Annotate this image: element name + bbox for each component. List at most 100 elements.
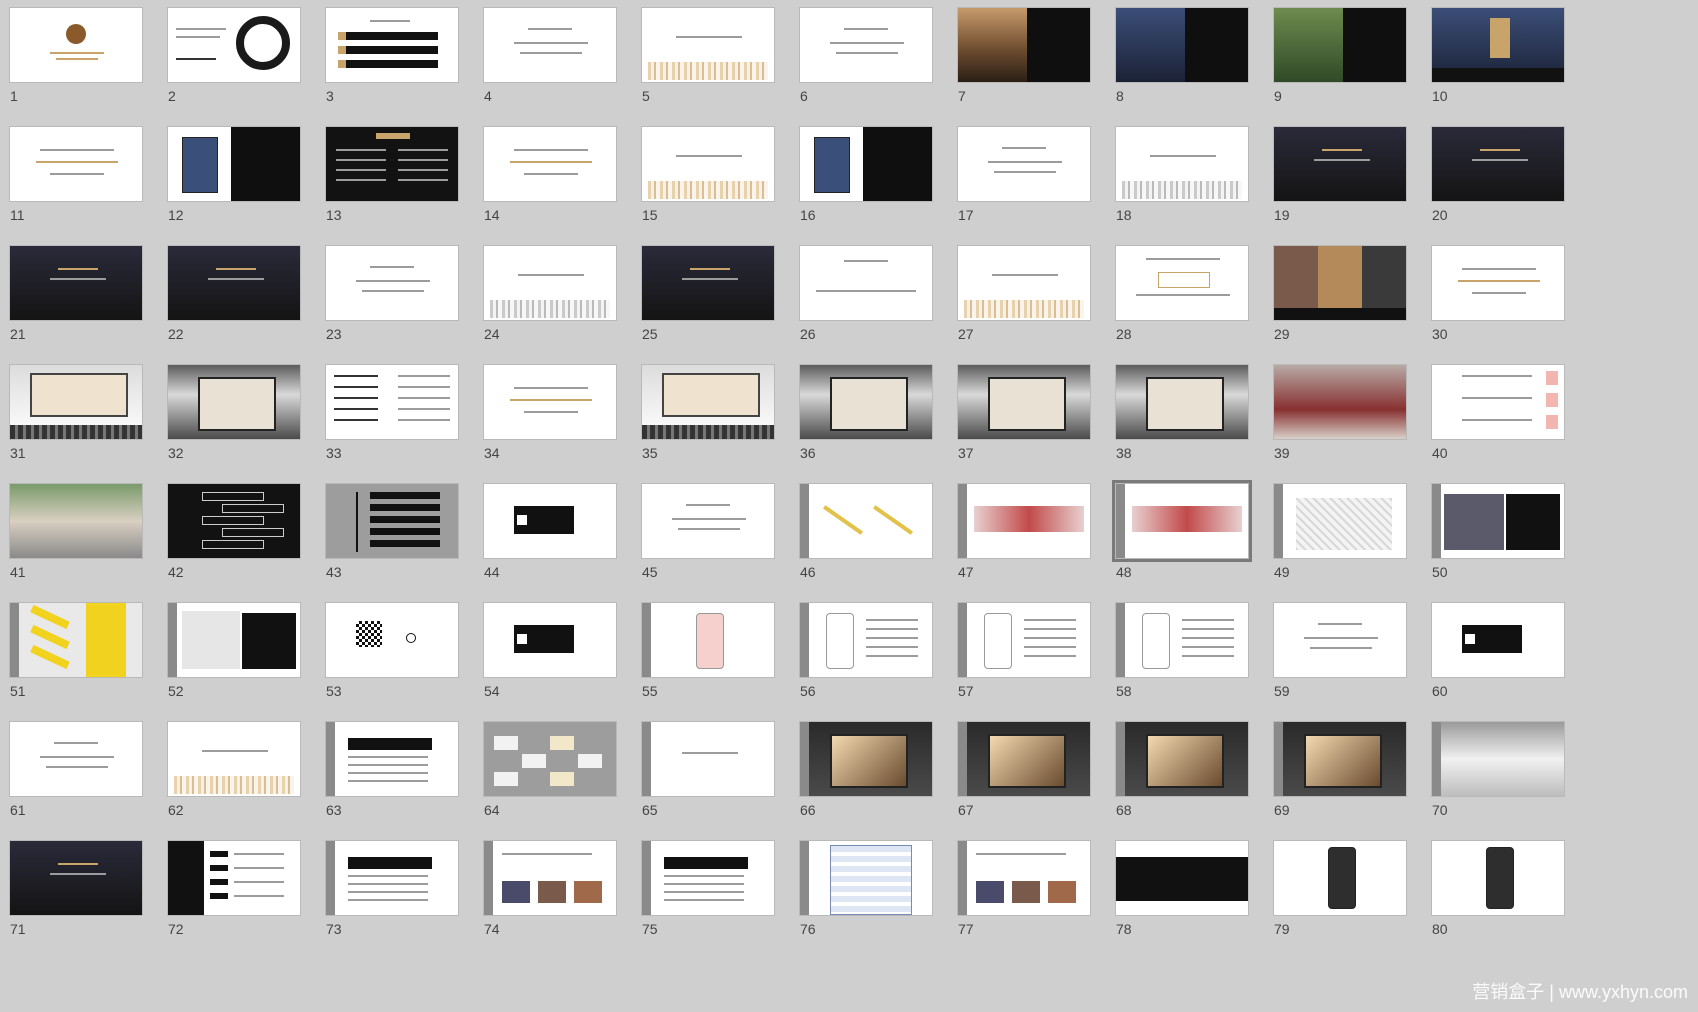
slide-preview[interactable] bbox=[9, 721, 143, 797]
slide-thumbnail[interactable]: 68 bbox=[1115, 721, 1251, 850]
slide-thumbnail[interactable]: 40 bbox=[1431, 364, 1567, 493]
slide-thumbnail[interactable]: 9 bbox=[1273, 7, 1409, 136]
slide-thumbnail[interactable]: 5 bbox=[641, 7, 777, 136]
slide-thumbnail[interactable]: 53 bbox=[325, 602, 461, 731]
slide-thumbnail[interactable]: 39 bbox=[1273, 364, 1409, 493]
slide-preview[interactable] bbox=[1273, 7, 1407, 83]
slide-preview[interactable] bbox=[1431, 245, 1565, 321]
slide-preview[interactable] bbox=[641, 364, 775, 440]
slide-preview[interactable] bbox=[167, 126, 301, 202]
slide-preview[interactable] bbox=[799, 126, 933, 202]
slide-preview[interactable] bbox=[641, 721, 775, 797]
slide-thumbnail[interactable]: 74 bbox=[483, 840, 619, 969]
slide-thumbnail[interactable]: 19 bbox=[1273, 126, 1409, 255]
slide-preview[interactable] bbox=[1115, 364, 1249, 440]
slide-thumbnail[interactable]: 73 bbox=[325, 840, 461, 969]
slide-preview[interactable] bbox=[167, 602, 301, 678]
slide-thumbnail[interactable]: 56 bbox=[799, 602, 935, 731]
slide-preview[interactable] bbox=[1115, 602, 1249, 678]
slide-thumbnail[interactable]: 65 bbox=[641, 721, 777, 850]
slide-thumbnail[interactable]: 26 bbox=[799, 245, 935, 374]
slide-preview[interactable] bbox=[9, 126, 143, 202]
slide-preview[interactable] bbox=[641, 483, 775, 559]
slide-thumbnail[interactable]: 42 bbox=[167, 483, 303, 612]
slide-preview[interactable] bbox=[1431, 126, 1565, 202]
slide-preview[interactable] bbox=[9, 364, 143, 440]
slide-thumbnail[interactable]: 49 bbox=[1273, 483, 1409, 612]
slide-preview[interactable] bbox=[957, 483, 1091, 559]
slide-thumbnail[interactable]: 31 bbox=[9, 364, 145, 493]
slide-thumbnail[interactable]: 58 bbox=[1115, 602, 1251, 731]
slide-thumbnail[interactable]: 48 bbox=[1112, 480, 1252, 612]
slide-preview[interactable] bbox=[957, 7, 1091, 83]
slide-thumbnail[interactable]: 80 bbox=[1431, 840, 1567, 969]
slide-thumbnail[interactable]: 21 bbox=[9, 245, 145, 374]
slide-thumbnail[interactable]: 2 bbox=[167, 7, 303, 136]
slide-thumbnail[interactable]: 66 bbox=[799, 721, 935, 850]
slide-preview[interactable] bbox=[957, 245, 1091, 321]
slide-preview[interactable] bbox=[641, 245, 775, 321]
slide-thumbnail[interactable]: 54 bbox=[483, 602, 619, 731]
slide-preview[interactable] bbox=[325, 721, 459, 797]
slide-thumbnail[interactable]: 32 bbox=[167, 364, 303, 493]
slide-preview[interactable] bbox=[9, 483, 143, 559]
slide-thumbnail[interactable]: 29 bbox=[1273, 245, 1409, 374]
slide-thumbnail[interactable]: 33 bbox=[325, 364, 461, 493]
slide-thumbnail[interactable]: 41 bbox=[9, 483, 145, 612]
slide-thumbnail[interactable]: 1 bbox=[9, 7, 145, 136]
slide-preview[interactable] bbox=[957, 126, 1091, 202]
slide-preview[interactable] bbox=[957, 721, 1091, 797]
slide-thumbnail[interactable]: 10 bbox=[1431, 7, 1567, 136]
slide-thumbnail[interactable]: 13 bbox=[325, 126, 461, 255]
slide-preview[interactable] bbox=[1273, 721, 1407, 797]
slide-preview[interactable] bbox=[325, 602, 459, 678]
slide-preview[interactable] bbox=[1112, 480, 1252, 562]
slide-thumbnail[interactable]: 27 bbox=[957, 245, 1093, 374]
slide-preview[interactable] bbox=[1431, 483, 1565, 559]
slide-thumbnail[interactable]: 78 bbox=[1115, 840, 1251, 969]
slide-preview[interactable] bbox=[799, 364, 933, 440]
slide-preview[interactable] bbox=[167, 7, 301, 83]
slide-preview[interactable] bbox=[9, 602, 143, 678]
slide-preview[interactable] bbox=[483, 840, 617, 916]
slide-preview[interactable] bbox=[1273, 245, 1407, 321]
slide-preview[interactable] bbox=[483, 602, 617, 678]
slide-thumbnail[interactable]: 71 bbox=[9, 840, 145, 969]
slide-thumbnail[interactable]: 35 bbox=[641, 364, 777, 493]
slide-preview[interactable] bbox=[167, 245, 301, 321]
slide-preview[interactable] bbox=[1115, 245, 1249, 321]
slide-preview[interactable] bbox=[167, 364, 301, 440]
slide-thumbnail[interactable]: 79 bbox=[1273, 840, 1409, 969]
slide-thumbnail[interactable]: 15 bbox=[641, 126, 777, 255]
slide-preview[interactable] bbox=[167, 483, 301, 559]
slide-thumbnail[interactable]: 75 bbox=[641, 840, 777, 969]
slide-thumbnail[interactable]: 77 bbox=[957, 840, 1093, 969]
slide-thumbnail[interactable]: 62 bbox=[167, 721, 303, 850]
slide-thumbnail[interactable]: 23 bbox=[325, 245, 461, 374]
slide-thumbnail[interactable]: 17 bbox=[957, 126, 1093, 255]
slide-preview[interactable] bbox=[957, 364, 1091, 440]
slide-preview[interactable] bbox=[1431, 602, 1565, 678]
slide-preview[interactable] bbox=[9, 245, 143, 321]
slide-thumbnail[interactable]: 69 bbox=[1273, 721, 1409, 850]
slide-thumbnail[interactable]: 20 bbox=[1431, 126, 1567, 255]
slide-preview[interactable] bbox=[483, 721, 617, 797]
slide-preview[interactable] bbox=[325, 840, 459, 916]
slide-preview[interactable] bbox=[1115, 721, 1249, 797]
slide-thumbnail[interactable]: 51 bbox=[9, 602, 145, 731]
slide-preview[interactable] bbox=[1273, 840, 1407, 916]
slide-thumbnail[interactable]: 59 bbox=[1273, 602, 1409, 731]
slide-thumbnail[interactable]: 3 bbox=[325, 7, 461, 136]
slide-preview[interactable] bbox=[1431, 364, 1565, 440]
slide-thumbnail[interactable]: 6 bbox=[799, 7, 935, 136]
slide-preview[interactable] bbox=[167, 721, 301, 797]
slide-thumbnail[interactable]: 7 bbox=[957, 7, 1093, 136]
slide-thumbnail[interactable]: 12 bbox=[167, 126, 303, 255]
slide-preview[interactable] bbox=[483, 126, 617, 202]
slide-thumbnail[interactable]: 25 bbox=[641, 245, 777, 374]
slide-preview[interactable] bbox=[957, 602, 1091, 678]
slide-thumbnail[interactable]: 16 bbox=[799, 126, 935, 255]
slide-preview[interactable] bbox=[641, 840, 775, 916]
slide-thumbnail[interactable]: 67 bbox=[957, 721, 1093, 850]
slide-thumbnail[interactable]: 45 bbox=[641, 483, 777, 612]
